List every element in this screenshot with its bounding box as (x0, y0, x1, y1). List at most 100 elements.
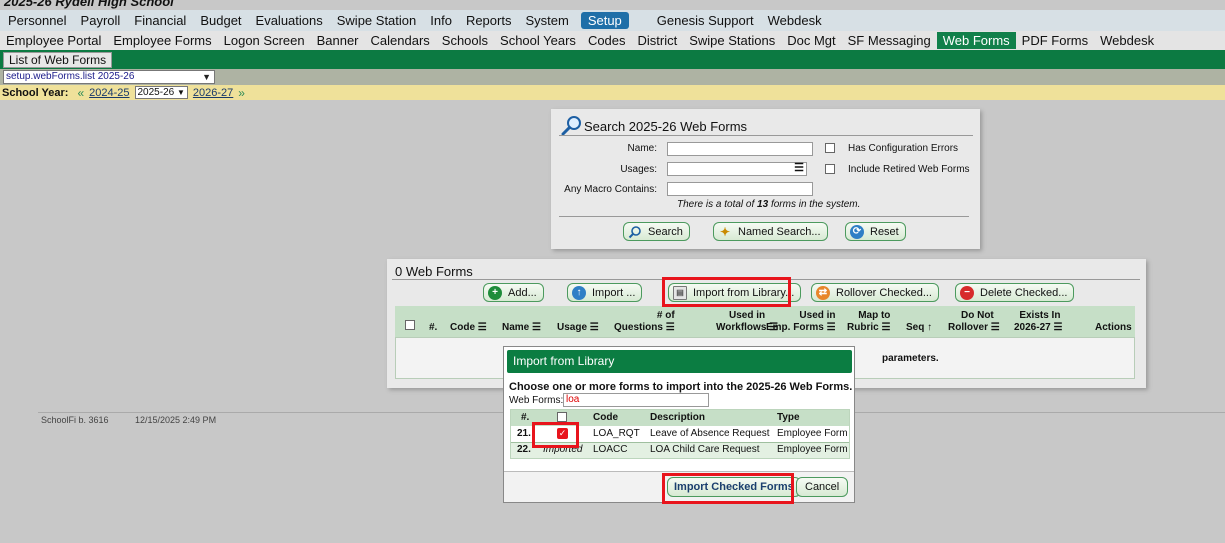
submenu-school-years[interactable]: School Years (494, 33, 582, 48)
col-rollover[interactable]: Do Not Rollover ☰ (948, 310, 1000, 334)
double-chevron-right-icon[interactable]: » (238, 86, 245, 100)
macro-input[interactable] (667, 182, 813, 196)
sort-menu-icon[interactable]: ☰ (1053, 322, 1062, 333)
retired-checkbox[interactable] (825, 164, 835, 174)
col-code[interactable]: Code ☰ (450, 322, 487, 334)
menu-setup[interactable]: Setup (580, 12, 629, 29)
sort-menu-icon[interactable]: ☰ (532, 322, 541, 333)
submenu-swipe-stations[interactable]: Swipe Stations (683, 33, 781, 48)
search-button[interactable]: Search (623, 222, 690, 241)
school-year-bar: School Year: « 2024-25 2025-26 ▼ 2026-27… (0, 85, 1225, 100)
submenu-codes[interactable]: Codes (582, 33, 632, 48)
page-tab-bar (0, 50, 1225, 69)
submenu-doc-mgt[interactable]: Doc Mgt (781, 33, 841, 48)
lib-col-type: Type (777, 412, 800, 423)
name-input[interactable] (667, 142, 813, 156)
col-questions-top: # of (656, 310, 675, 321)
col-name-label: Name (502, 322, 530, 333)
submenu-schools[interactable]: Schools (436, 33, 494, 48)
menu-personnel[interactable]: Personnel (0, 13, 73, 28)
row-type: Employee Form (777, 428, 848, 439)
menu-webdesk[interactable]: Webdesk (760, 13, 828, 28)
row-num: 22. (517, 444, 531, 455)
next-year-link[interactable]: 2026-27 (193, 87, 233, 99)
submenu-employee-portal[interactable]: Employee Portal (0, 33, 107, 48)
sort-menu-icon[interactable]: ☰ (590, 322, 599, 333)
sort-menu-icon[interactable]: ☰ (478, 322, 487, 333)
select-all-checkbox[interactable] (405, 320, 415, 330)
lib-select-all-checkbox[interactable] (557, 412, 567, 422)
school-year-label: School Year: (2, 86, 69, 99)
col-emp-forms[interactable]: Used in Emp. Forms ☰ (766, 310, 836, 334)
name-label: Name: (627, 143, 657, 154)
menu-system[interactable]: System (517, 13, 574, 28)
col-rubric[interactable]: Map to Rubric ☰ (847, 310, 890, 334)
menu-budget[interactable]: Budget (192, 13, 247, 28)
reset-button-label: Reset (870, 225, 899, 238)
menu-reports[interactable]: Reports (458, 13, 518, 28)
no-forms-message: parameters. (882, 353, 939, 364)
menu-swipe-station[interactable]: Swipe Station (329, 13, 423, 28)
col-emp-forms-label: Emp. Forms (766, 322, 824, 333)
sort-ascending-icon[interactable]: ↑ (927, 322, 932, 333)
menu-info[interactable]: Info (422, 13, 458, 28)
menu-evaluations[interactable]: Evaluations (248, 13, 329, 28)
highlight-import-checked (662, 473, 794, 504)
sort-menu-icon[interactable]: ☰ (666, 322, 675, 333)
dialog-instruction: Choose one or more forms to import into … (509, 381, 853, 393)
col-questions[interactable]: # of Questions ☰ (614, 310, 675, 334)
named-search-button-label: Named Search... (738, 225, 821, 238)
submenu-calendars[interactable]: Calendars (365, 33, 436, 48)
cancel-button[interactable]: Cancel (796, 477, 849, 497)
page-select[interactable]: setup.webForms.list 2025-26 ▼ (3, 70, 215, 84)
submenu-logon-screen[interactable]: Logon Screen (218, 33, 311, 48)
retired-label: Include Retired Web Forms (848, 164, 970, 175)
sort-menu-icon[interactable]: ☰ (991, 322, 1000, 333)
add-button[interactable]: + Add... (483, 283, 544, 302)
school-title: 2025-26 Rydell High School (4, 0, 174, 9)
submenu-webdesk[interactable]: Webdesk (1094, 33, 1160, 48)
primary-menu: Personnel Payroll Financial Budget Evalu… (0, 10, 1225, 31)
sort-menu-icon[interactable]: ☰ (881, 322, 890, 333)
delete-checked-button[interactable]: − Delete Checked... (955, 283, 1075, 302)
menu-financial[interactable]: Financial (126, 13, 192, 28)
usages-input[interactable]: ☰ (667, 162, 807, 176)
col-rubric-top: Map to (858, 310, 891, 321)
list-icon[interactable]: ☰ (794, 161, 804, 174)
submenu-web-forms[interactable]: Web Forms (936, 32, 1016, 49)
col-seq[interactable]: Seq ↑ (906, 322, 932, 334)
row-code: LOA_RQT (593, 428, 640, 439)
lib-col-description: Description (650, 412, 706, 423)
double-chevron-left-icon[interactable]: « (77, 86, 84, 100)
col-exists[interactable]: Exists In 2026-27 ☰ (1014, 310, 1062, 334)
sort-menu-icon[interactable]: ☰ (827, 322, 836, 333)
col-workflows-label: Workflows (716, 322, 767, 333)
submenu-banner[interactable]: Banner (311, 33, 365, 48)
submenu-sf-messaging[interactable]: SF Messaging (842, 33, 937, 48)
col-usage[interactable]: Usage ☰ (557, 322, 599, 334)
add-button-label: Add... (508, 286, 537, 299)
row-type: Employee Form (777, 444, 848, 455)
tab-list-of-web-forms[interactable]: List of Web Forms (3, 52, 113, 68)
config-errors-checkbox[interactable] (825, 143, 835, 153)
submenu-employee-forms[interactable]: Employee Forms (107, 33, 217, 48)
reset-button[interactable]: ⟳ Reset (845, 222, 906, 241)
named-search-button[interactable]: ✦ Named Search... (713, 222, 828, 241)
menu-genesis-support[interactable]: Genesis Support (649, 13, 760, 28)
delete-icon: − (960, 285, 974, 300)
search-footer-divider (559, 216, 969, 217)
submenu-pdf-forms[interactable]: PDF Forms (1016, 33, 1094, 48)
submenu-district[interactable]: District (632, 33, 684, 48)
chevron-down-icon: ▼ (202, 72, 211, 82)
prev-year-link[interactable]: 2024-25 (89, 87, 129, 99)
web-forms-filter-input[interactable]: loa (563, 393, 709, 407)
col-rollover-label: Rollover (948, 322, 989, 333)
school-year-select[interactable]: 2025-26 ▼ (134, 86, 188, 99)
rollover-checked-button[interactable]: ⇄ Rollover Checked... (811, 283, 939, 302)
web-forms-title: 0 Web Forms (395, 264, 473, 279)
import-button[interactable]: ↑ Import ... (567, 283, 643, 302)
col-rollover-top: Do Not (960, 310, 994, 321)
col-name[interactable]: Name ☰ (502, 322, 541, 334)
menu-payroll[interactable]: Payroll (73, 13, 127, 28)
magnifier-icon (561, 116, 581, 136)
